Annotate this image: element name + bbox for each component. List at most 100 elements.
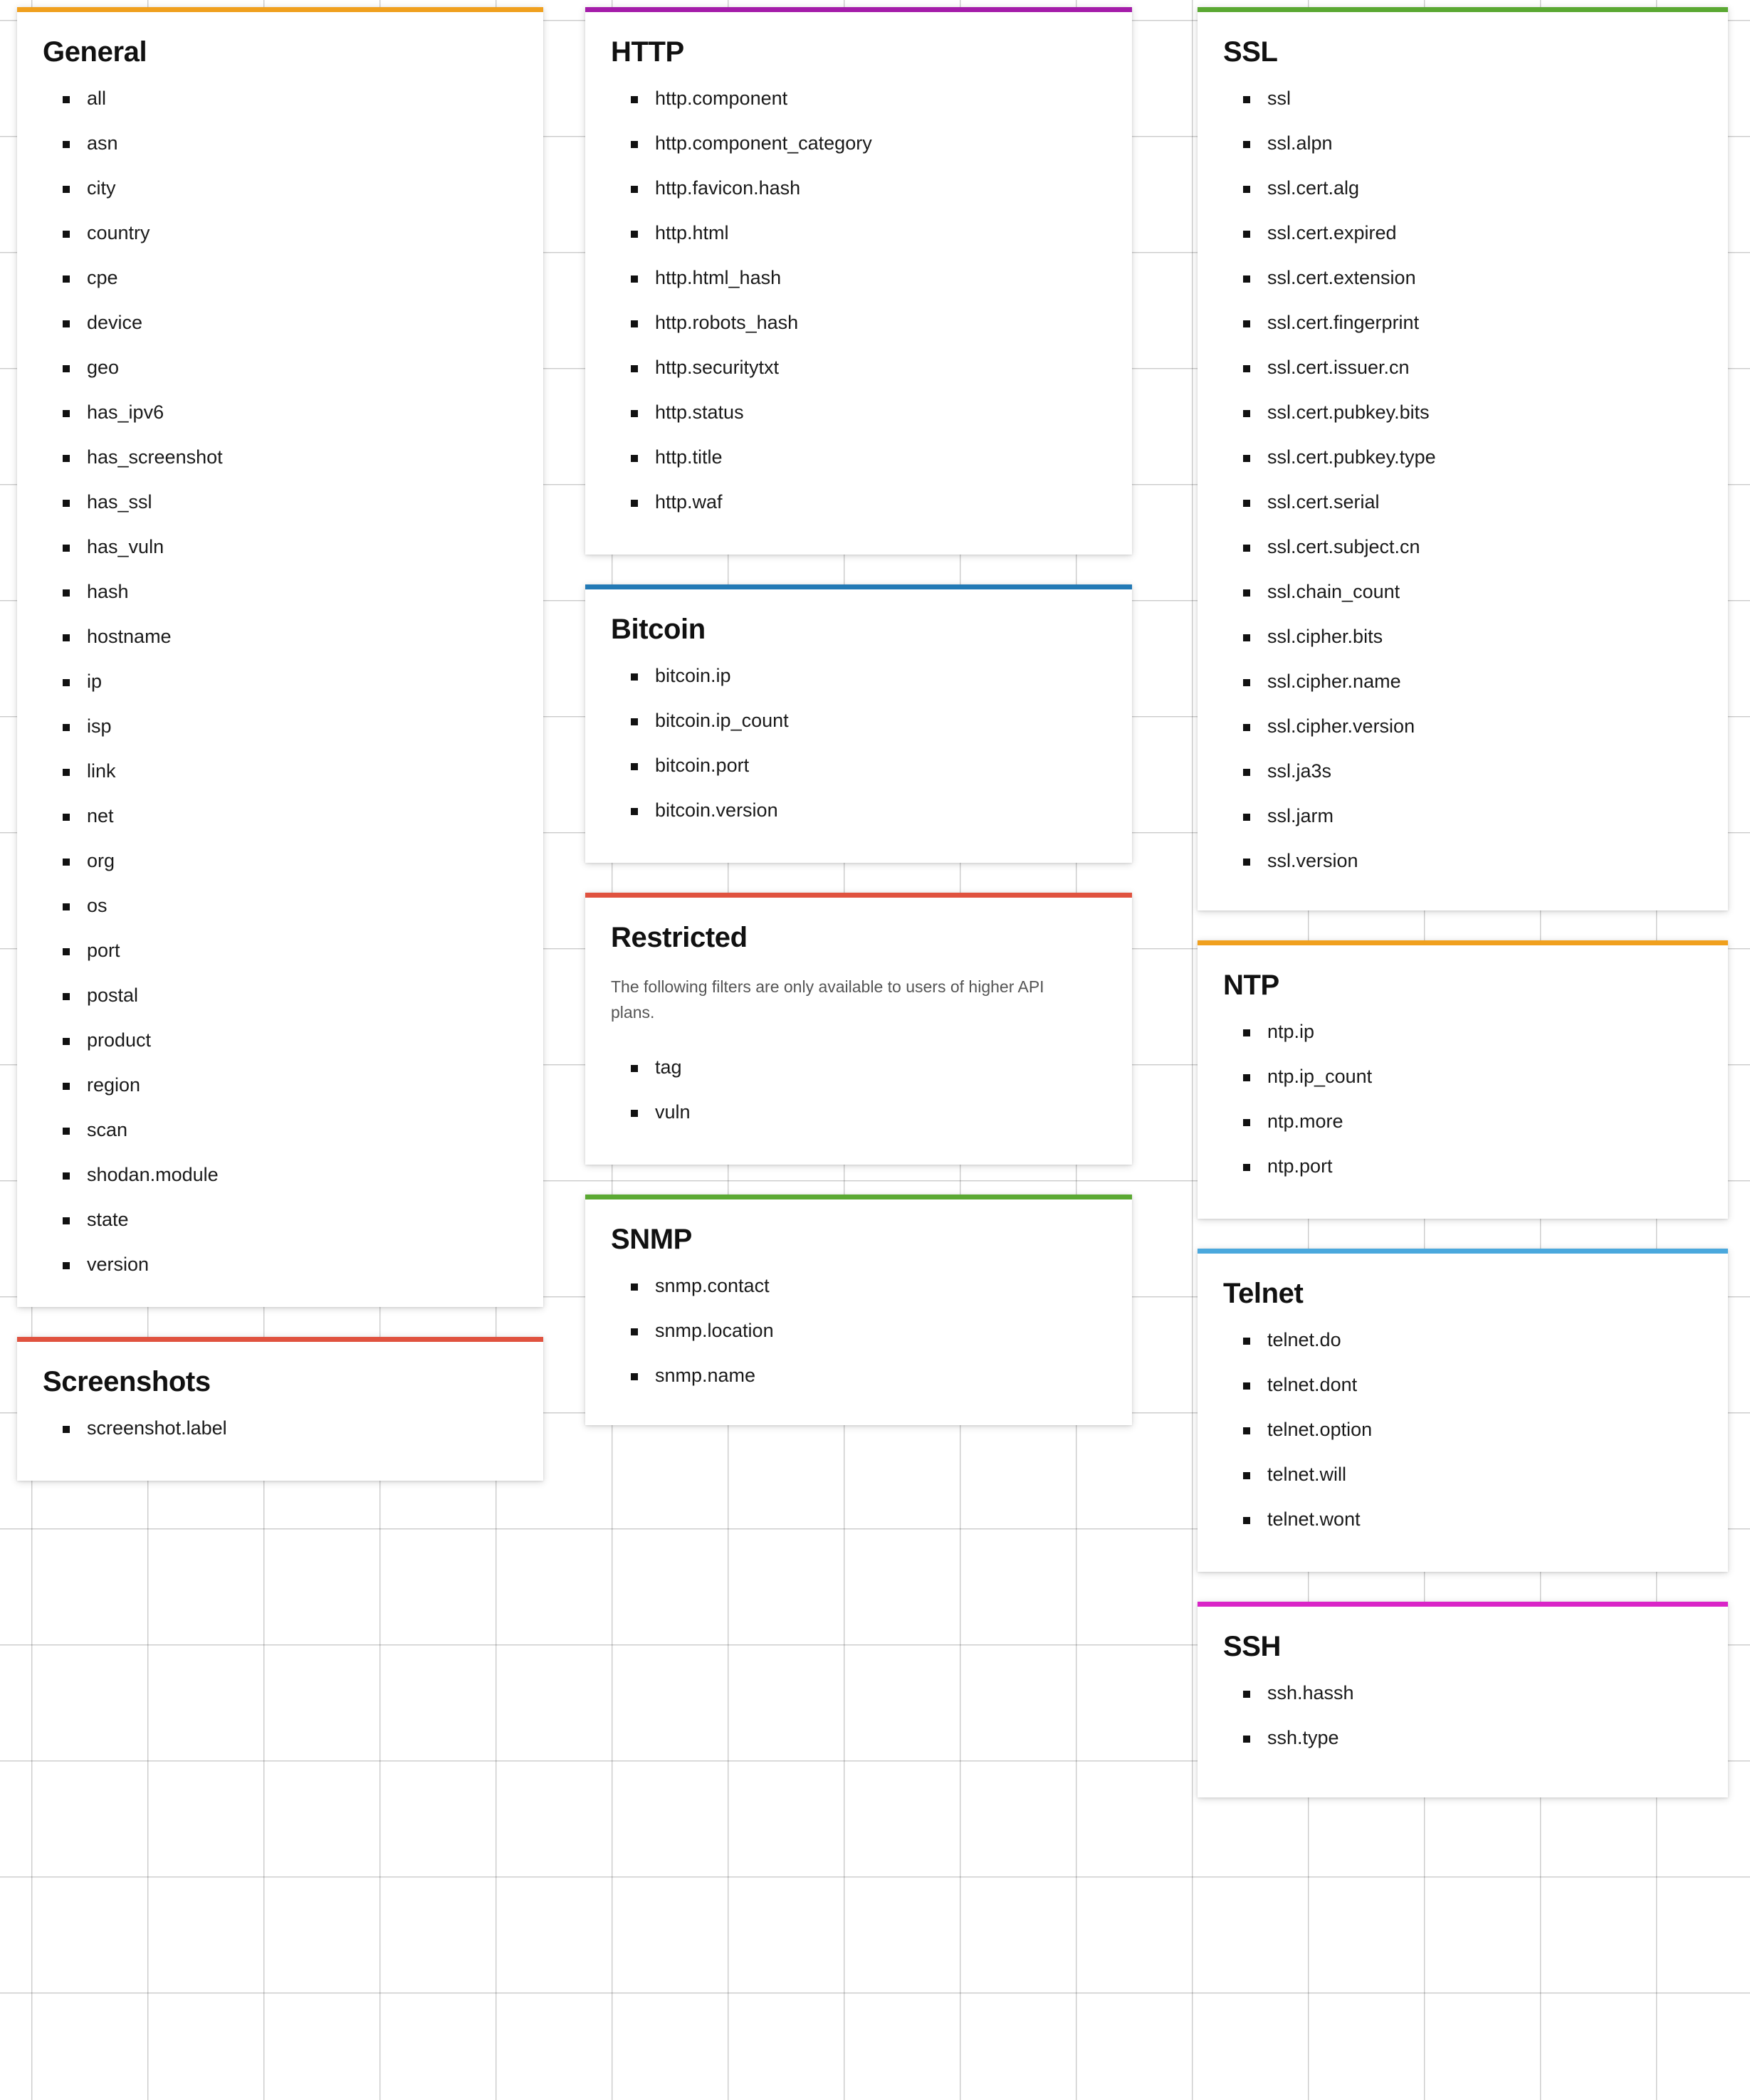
filter-item[interactable]: ssl.cert.subject.cn bbox=[1230, 537, 1702, 557]
filter-item[interactable]: ssl.chain_count bbox=[1230, 582, 1702, 602]
filter-item[interactable]: ssl.ja3s bbox=[1230, 762, 1702, 781]
filter-item[interactable]: port bbox=[50, 941, 518, 960]
filter-item[interactable]: org bbox=[50, 851, 518, 871]
filter-item[interactable]: bitcoin.version bbox=[618, 801, 1106, 820]
filter-item[interactable]: has_ipv6 bbox=[50, 403, 518, 422]
filter-item[interactable]: bitcoin.port bbox=[618, 756, 1106, 775]
filter-item[interactable]: http.html_hash bbox=[618, 268, 1106, 288]
card-title-restricted: Restricted bbox=[611, 922, 748, 953]
filter-item[interactable]: all bbox=[50, 89, 518, 108]
filter-item[interactable]: ssl.cert.fingerprint bbox=[1230, 313, 1702, 332]
filter-item[interactable]: ssl.alpn bbox=[1230, 134, 1702, 153]
column-left: General all asn city country cpe device … bbox=[0, 7, 562, 1827]
filter-item[interactable]: telnet.option bbox=[1230, 1420, 1702, 1439]
filter-item[interactable]: ssl.cipher.bits bbox=[1230, 627, 1702, 646]
filter-item[interactable]: ntp.ip bbox=[1230, 1022, 1702, 1041]
filter-item[interactable]: ssl.cert.serial bbox=[1230, 493, 1702, 512]
filter-item[interactable]: ssh.hassh bbox=[1230, 1684, 1702, 1703]
filter-list-restricted: tag vuln bbox=[611, 1058, 1106, 1122]
filter-list-telnet: telnet.do telnet.dont telnet.option teln… bbox=[1223, 1330, 1702, 1529]
filter-item[interactable]: telnet.wont bbox=[1230, 1510, 1702, 1529]
card-title-ssl: SSL bbox=[1223, 36, 1278, 68]
filter-item[interactable]: country bbox=[50, 224, 518, 243]
filter-list-bitcoin: bitcoin.ip bitcoin.ip_count bitcoin.port… bbox=[611, 666, 1106, 820]
card-title-screenshots: Screenshots bbox=[43, 1366, 211, 1397]
filter-item[interactable]: has_ssl bbox=[50, 493, 518, 512]
filter-item[interactable]: ntp.more bbox=[1230, 1112, 1702, 1131]
filter-item[interactable]: device bbox=[50, 313, 518, 332]
filter-item[interactable]: region bbox=[50, 1076, 518, 1095]
filter-item[interactable]: http.title bbox=[618, 448, 1106, 467]
filter-item[interactable]: hostname bbox=[50, 627, 518, 646]
filter-item[interactable]: os bbox=[50, 896, 518, 915]
card-title-telnet: Telnet bbox=[1223, 1278, 1304, 1309]
filter-item[interactable]: ssl.jarm bbox=[1230, 807, 1702, 826]
filter-item[interactable]: asn bbox=[50, 134, 518, 153]
filter-item[interactable]: ip bbox=[50, 672, 518, 691]
filter-item[interactable]: snmp.location bbox=[618, 1321, 1106, 1340]
filter-item[interactable]: isp bbox=[50, 717, 518, 736]
filter-item[interactable]: http.html bbox=[618, 224, 1106, 243]
filter-item[interactable]: state bbox=[50, 1210, 518, 1229]
filter-item[interactable]: has_screenshot bbox=[50, 448, 518, 467]
filter-list-ssl: ssl ssl.alpn ssl.cert.alg ssl.cert.expir… bbox=[1223, 89, 1702, 871]
filter-list-http: http.component http.component_category h… bbox=[611, 89, 1106, 512]
filter-item[interactable]: ssl.version bbox=[1230, 851, 1702, 871]
filter-item[interactable]: version bbox=[50, 1255, 518, 1274]
card-title-snmp: SNMP bbox=[611, 1224, 692, 1256]
filter-item[interactable]: hash bbox=[50, 582, 518, 602]
filter-item[interactable]: net bbox=[50, 807, 518, 826]
restricted-description: The following filters are only available… bbox=[611, 977, 1044, 1022]
filter-item[interactable]: http.robots_hash bbox=[618, 313, 1106, 332]
filter-item[interactable]: ssl.cert.expired bbox=[1230, 224, 1702, 243]
card-snmp: SNMP snmp.contact snmp.location snmp.nam… bbox=[585, 1195, 1132, 1426]
filter-item[interactable]: snmp.contact bbox=[618, 1276, 1106, 1296]
filter-item[interactable]: telnet.dont bbox=[1230, 1375, 1702, 1395]
filter-item[interactable]: shodan.module bbox=[50, 1165, 518, 1185]
card-ssh: SSH ssh.hassh ssh.type bbox=[1198, 1602, 1728, 1797]
filter-item[interactable]: ntp.port bbox=[1230, 1157, 1702, 1176]
filter-item[interactable]: tag bbox=[618, 1058, 1106, 1077]
filter-item[interactable]: telnet.do bbox=[1230, 1330, 1702, 1350]
filter-item[interactable]: ssl.cert.alg bbox=[1230, 179, 1702, 198]
card-title-general: General bbox=[43, 36, 147, 68]
filter-item[interactable]: ssl.cert.issuer.cn bbox=[1230, 358, 1702, 377]
filter-item[interactable]: link bbox=[50, 762, 518, 781]
card-general: General all asn city country cpe device … bbox=[17, 7, 543, 1307]
filter-item[interactable]: scan bbox=[50, 1120, 518, 1140]
filter-item[interactable]: postal bbox=[50, 986, 518, 1005]
card-ssl: SSL ssl ssl.alpn ssl.cert.alg ssl.cert.e… bbox=[1198, 7, 1728, 910]
filter-item[interactable]: ntp.ip_count bbox=[1230, 1067, 1702, 1086]
filter-item[interactable]: http.status bbox=[618, 403, 1106, 422]
filter-item[interactable]: city bbox=[50, 179, 518, 198]
filter-item[interactable]: http.component bbox=[618, 89, 1106, 108]
filter-item[interactable]: has_vuln bbox=[50, 537, 518, 557]
filter-item[interactable]: bitcoin.ip_count bbox=[618, 711, 1106, 730]
filter-item[interactable]: product bbox=[50, 1031, 518, 1050]
filter-item[interactable]: ssl.cert.extension bbox=[1230, 268, 1702, 288]
filter-item[interactable]: ssl.cipher.version bbox=[1230, 717, 1702, 736]
filter-item[interactable]: http.waf bbox=[618, 493, 1106, 512]
filter-item[interactable]: geo bbox=[50, 358, 518, 377]
filter-item[interactable]: bitcoin.ip bbox=[618, 666, 1106, 686]
filter-item[interactable]: ssh.type bbox=[1230, 1728, 1702, 1748]
card-bitcoin: Bitcoin bitcoin.ip bitcoin.ip_count bitc… bbox=[585, 584, 1132, 863]
filter-list-screenshots: screenshot.label bbox=[43, 1419, 518, 1438]
filter-item[interactable]: ssl.cipher.name bbox=[1230, 672, 1702, 691]
filter-list-ssh: ssh.hassh ssh.type bbox=[1223, 1684, 1702, 1748]
filter-item[interactable]: ssl.cert.pubkey.bits bbox=[1230, 403, 1702, 422]
column-right: SSL ssl ssl.alpn ssl.cert.alg ssl.cert.e… bbox=[1153, 7, 1750, 1827]
filter-item[interactable]: vuln bbox=[618, 1103, 1106, 1122]
filter-item[interactable]: http.securitytxt bbox=[618, 358, 1106, 377]
filter-item[interactable]: http.component_category bbox=[618, 134, 1106, 153]
card-title-bitcoin: Bitcoin bbox=[611, 614, 706, 645]
filter-item[interactable]: ssl.cert.pubkey.type bbox=[1230, 448, 1702, 467]
filter-item[interactable]: http.favicon.hash bbox=[618, 179, 1106, 198]
card-ntp: NTP ntp.ip ntp.ip_count ntp.more ntp.por… bbox=[1198, 940, 1728, 1219]
filter-item[interactable]: ssl bbox=[1230, 89, 1702, 108]
filter-item[interactable]: cpe bbox=[50, 268, 518, 288]
filter-item[interactable]: snmp.name bbox=[618, 1366, 1106, 1385]
filter-item[interactable]: screenshot.label bbox=[50, 1419, 518, 1438]
filter-item[interactable]: telnet.will bbox=[1230, 1465, 1702, 1484]
card-restricted: Restricted The following filters are onl… bbox=[585, 893, 1132, 1165]
